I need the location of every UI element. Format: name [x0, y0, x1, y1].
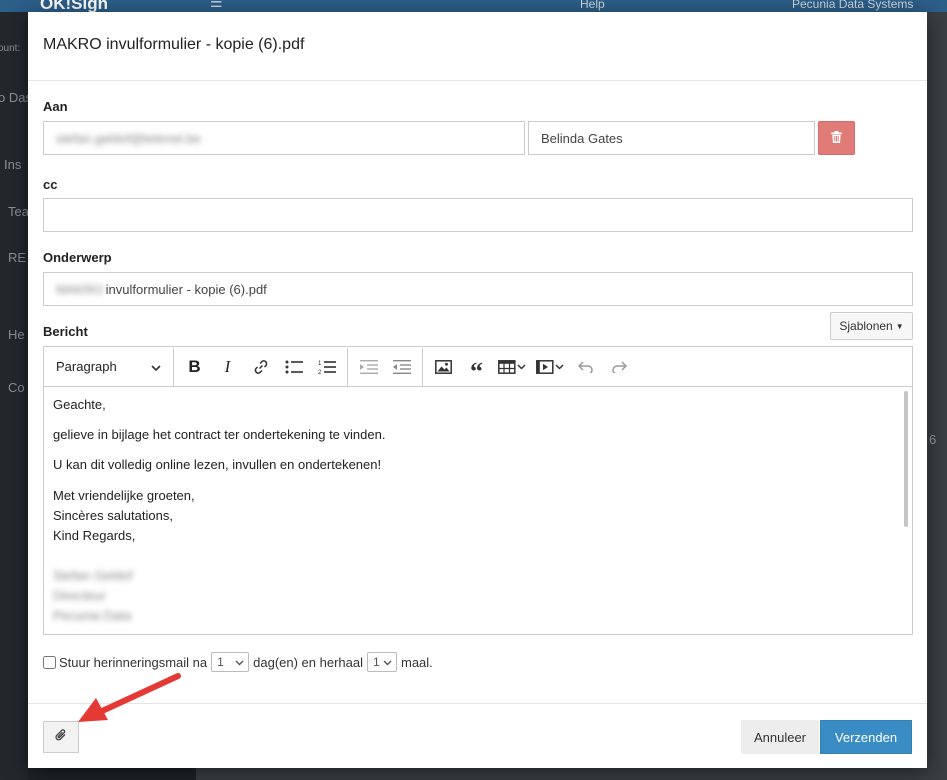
- toolbar-group-insert: “: [423, 348, 639, 386]
- bullet-list-button[interactable]: [277, 352, 310, 382]
- sidebar-item-re: RE: [8, 250, 27, 265]
- chevron-down-icon: [383, 655, 392, 669]
- message-editor: Paragraph B I 1 2 “ Geachte, gelieve in …: [43, 346, 913, 635]
- editor-scrollbar[interactable]: [904, 391, 908, 527]
- message-closing-1: Met vriendelijke groeten,: [53, 488, 195, 503]
- link-button[interactable]: [244, 352, 277, 382]
- sidebar-item-team: Tea: [8, 204, 29, 219]
- image-button[interactable]: [427, 352, 460, 382]
- signature-line-2: Directeur: [53, 588, 106, 603]
- delete-recipient-button[interactable]: [818, 121, 855, 155]
- format-select[interactable]: Paragraph: [44, 347, 174, 386]
- svg-text:2: 2: [318, 370, 322, 375]
- redo-icon: [611, 360, 627, 373]
- send-document-modal: MAKRO invulformulier - kopie (6).pdf Aan…: [28, 12, 927, 768]
- chevron-down-icon: [151, 359, 161, 374]
- message-line-1: gelieve in bijlage het contract ter onde…: [53, 427, 386, 442]
- recipient-name-value: Belinda Gates: [541, 130, 623, 146]
- cc-input[interactable]: [43, 198, 913, 232]
- message-body[interactable]: Geachte, gelieve in bijlage het contract…: [44, 387, 912, 635]
- recipient-email-value: stefan.geldof@telenet.be: [56, 130, 201, 146]
- modal-header: MAKRO invulformulier - kopie (6).pdf: [28, 12, 927, 81]
- bold-icon: B: [188, 356, 201, 376]
- app-right-panel: 6: [927, 12, 947, 780]
- editor-toolbar: Paragraph B I 1 2 “: [44, 347, 912, 387]
- sidebar-account: ount:: [0, 43, 21, 54]
- sidebar-item-ins: Ins: [4, 157, 22, 172]
- sidebar-item-co: Co: [8, 380, 25, 395]
- italic-icon: I: [224, 356, 231, 376]
- message-closing-2: Sincères salutations,: [53, 508, 173, 523]
- cc-label: cc: [43, 177, 58, 192]
- reminder-repeat-select[interactable]: 1: [367, 652, 397, 672]
- app-bottom-panel: [196, 768, 947, 780]
- reminder-label-prefix: Stuur herinneringsmail na: [59, 654, 208, 670]
- chevron-down-icon: [235, 655, 244, 669]
- reminder-repeat-value: 1: [373, 655, 380, 669]
- reminder-row: Stuur herinneringsmail na 1 dag(en) en h…: [43, 652, 433, 672]
- app-topbar: OK!Sign ☰ Help Pecunia Data Systems BVBA: [0, 0, 947, 25]
- send-button[interactable]: Verzenden: [820, 720, 912, 754]
- format-select-value: Paragraph: [56, 359, 117, 374]
- indent-icon: [392, 359, 411, 374]
- indent-button[interactable]: [385, 352, 418, 382]
- media-button[interactable]: [531, 352, 569, 382]
- quote-button[interactable]: “: [460, 352, 493, 386]
- reminder-label-middle: dag(en) en herhaal: [253, 654, 363, 670]
- cancel-button[interactable]: Annuleer: [741, 720, 819, 754]
- link-icon: [253, 359, 269, 375]
- trash-icon: [831, 130, 842, 146]
- templates-button-label: Sjablonen: [839, 319, 893, 333]
- reminder-days-value: 1: [217, 655, 224, 669]
- message-line-2: U kan dit volledig online lezen, invulle…: [53, 457, 382, 472]
- recipient-email-input[interactable]: stefan.geldof@telenet.be: [43, 121, 525, 155]
- bold-button[interactable]: B: [178, 352, 211, 382]
- table-button[interactable]: [493, 352, 531, 382]
- subject-value: invulformulier - kopie (6).pdf: [105, 281, 267, 297]
- reminder-days-select[interactable]: 1: [211, 652, 250, 672]
- modal-title: MAKRO invulformulier - kopie (6).pdf: [43, 36, 305, 53]
- image-icon: [435, 359, 452, 374]
- reminder-checkbox[interactable]: [43, 655, 56, 669]
- recipient-name-input[interactable]: Belinda Gates: [528, 121, 815, 155]
- subject-input[interactable]: MAKRO invulformulier - kopie (6).pdf: [43, 272, 913, 306]
- media-icon: [536, 359, 564, 374]
- help-link: Help: [580, 0, 605, 11]
- message-greeting: Geachte,: [53, 397, 106, 412]
- redo-button[interactable]: [602, 352, 635, 382]
- subject-blurred-prefix: MAKRO: [56, 281, 104, 297]
- reminder-label-suffix: maal.: [401, 654, 433, 670]
- outdent-button[interactable]: [352, 352, 385, 382]
- templates-button[interactable]: Sjablonen ▼: [830, 312, 913, 340]
- menu-icon: ☰: [210, 0, 223, 10]
- message-closing-3: Kind Regards,: [53, 528, 136, 543]
- signature-line-1: Stefan Geldof: [53, 568, 133, 583]
- toolbar-group-indent: [348, 347, 423, 386]
- sidebar-item-help: He: [8, 327, 25, 342]
- subject-label: Onderwerp: [43, 250, 112, 265]
- table-icon: [498, 359, 526, 374]
- annotation-arrow-icon: [78, 673, 181, 722]
- signature-line-3: Pecunia Data: [53, 608, 132, 623]
- app-sidebar: ount: o Das Ins Tea RE He Co: [0, 12, 32, 780]
- to-label: Aan: [43, 99, 68, 114]
- right-panel-number: 6: [929, 432, 937, 447]
- caret-down-icon: ▼: [895, 321, 904, 331]
- svg-text:1: 1: [318, 361, 322, 367]
- numbered-list-button[interactable]: 12: [310, 352, 343, 382]
- numbered-list-icon: 12: [318, 359, 336, 375]
- undo-button[interactable]: [569, 352, 602, 382]
- message-label: Bericht: [43, 324, 88, 339]
- undo-icon: [577, 360, 594, 373]
- quote-icon: “: [470, 356, 483, 386]
- italic-button[interactable]: I: [211, 352, 244, 382]
- bullet-list-icon: [285, 360, 303, 374]
- outdent-icon: [359, 359, 378, 374]
- toolbar-group-text: B I 12: [174, 347, 348, 386]
- paperclip-icon: [55, 729, 67, 745]
